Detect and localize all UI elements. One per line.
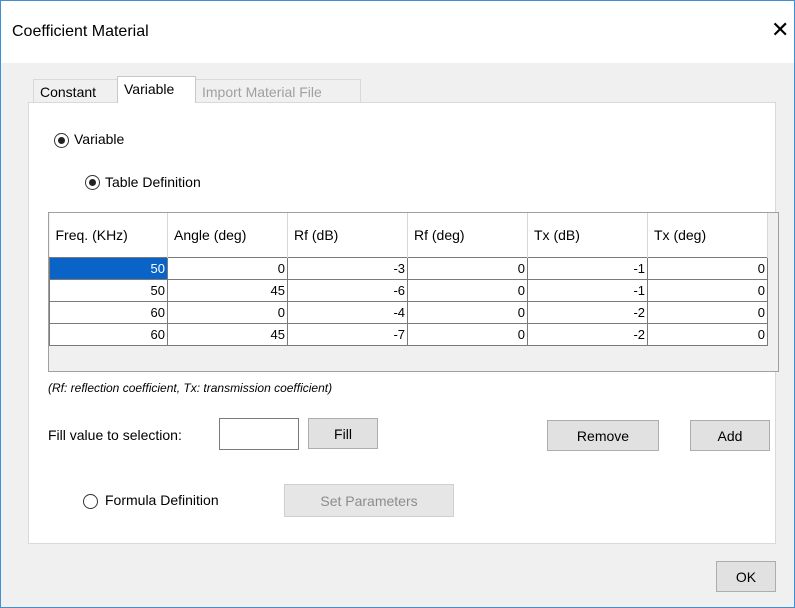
table-header-row: Freq. (KHz) Angle (deg) Rf (dB) Rf (deg)… (49, 213, 768, 257)
column-header[interactable]: Freq. (KHz) (49, 213, 168, 257)
table-row: 60 0 -4 0 -2 0 (49, 300, 768, 324)
table-cell[interactable]: -3 (287, 256, 408, 280)
formula-definition-label: Formula Definition (105, 492, 219, 508)
table-row: 60 45 -7 0 -2 0 (49, 322, 768, 346)
coefficient-table: Freq. (KHz) Angle (deg) Rf (dB) Rf (deg)… (48, 212, 779, 372)
table-cell[interactable]: 0 (407, 256, 528, 280)
table-cell[interactable]: -4 (287, 300, 408, 324)
fill-value-label: Fill value to selection: (48, 427, 182, 443)
table-cell[interactable]: -2 (527, 322, 648, 346)
table-cell[interactable]: 0 (407, 278, 528, 302)
close-icon[interactable]: ✕ (771, 17, 789, 43)
column-header[interactable]: Rf (deg) (407, 213, 528, 257)
tab-label: Variable (124, 81, 175, 97)
table-cell[interactable]: 60 (49, 300, 168, 324)
dialog-title: Coefficient Material (12, 23, 149, 40)
tab-label: Import Material File (202, 84, 322, 100)
table-cell[interactable]: 0 (647, 300, 768, 324)
tab-label: Constant (40, 84, 97, 100)
column-header[interactable]: Tx (deg) (647, 213, 768, 257)
tab-variable[interactable]: Variable (117, 76, 196, 103)
table-cell[interactable]: -7 (287, 322, 408, 346)
table-cell[interactable]: 0 (407, 322, 528, 346)
tab-import-material-file: Import Material File (195, 79, 361, 103)
table-cell[interactable]: 0 (647, 256, 768, 280)
variable-radio-label: Variable (74, 131, 125, 147)
variable-radio[interactable] (54, 133, 69, 148)
table-cell[interactable]: 0 (407, 300, 528, 324)
table-cell[interactable]: -2 (527, 300, 648, 324)
table-cell[interactable]: 45 (167, 322, 288, 346)
set-parameters-button: Set Parameters (284, 484, 454, 517)
table-cell[interactable]: -1 (527, 278, 648, 302)
table-note: (Rf: reflection coefficient, Tx: transmi… (48, 381, 333, 395)
formula-definition-radio[interactable] (83, 494, 98, 509)
table-definition-label: Table Definition (105, 174, 201, 190)
column-header[interactable]: Rf (dB) (287, 213, 408, 257)
table-cell[interactable]: 0 (647, 322, 768, 346)
table-cell[interactable]: 60 (49, 322, 168, 346)
table-cell[interactable]: 45 (167, 278, 288, 302)
table-definition-radio[interactable] (85, 175, 100, 190)
table-cell[interactable]: -6 (287, 278, 408, 302)
column-header[interactable]: Tx (dB) (527, 213, 648, 257)
table-cell[interactable]: 0 (647, 278, 768, 302)
column-header[interactable]: Angle (deg) (167, 213, 288, 257)
table-cell[interactable]: 0 (167, 256, 288, 280)
tab-constant[interactable]: Constant (33, 79, 118, 103)
fill-value-input[interactable] (219, 418, 299, 450)
table-cell[interactable]: 0 (167, 300, 288, 324)
title-bar: Coefficient Material ✕ (1, 1, 794, 63)
add-button[interactable]: Add (690, 420, 770, 451)
coefficient-material-dialog: Coefficient Material ✕ Constant Import M… (0, 0, 795, 608)
table-row: 50 45 -6 0 -1 0 (49, 278, 768, 302)
ok-button[interactable]: OK (716, 561, 776, 592)
table-row: 50 0 -3 0 -1 0 (49, 256, 768, 280)
remove-button[interactable]: Remove (547, 420, 659, 451)
fill-button[interactable]: Fill (308, 418, 378, 449)
table-cell[interactable]: -1 (527, 256, 648, 280)
table-cell[interactable]: 50 (49, 278, 168, 302)
table-cell[interactable]: 50 (49, 256, 168, 280)
